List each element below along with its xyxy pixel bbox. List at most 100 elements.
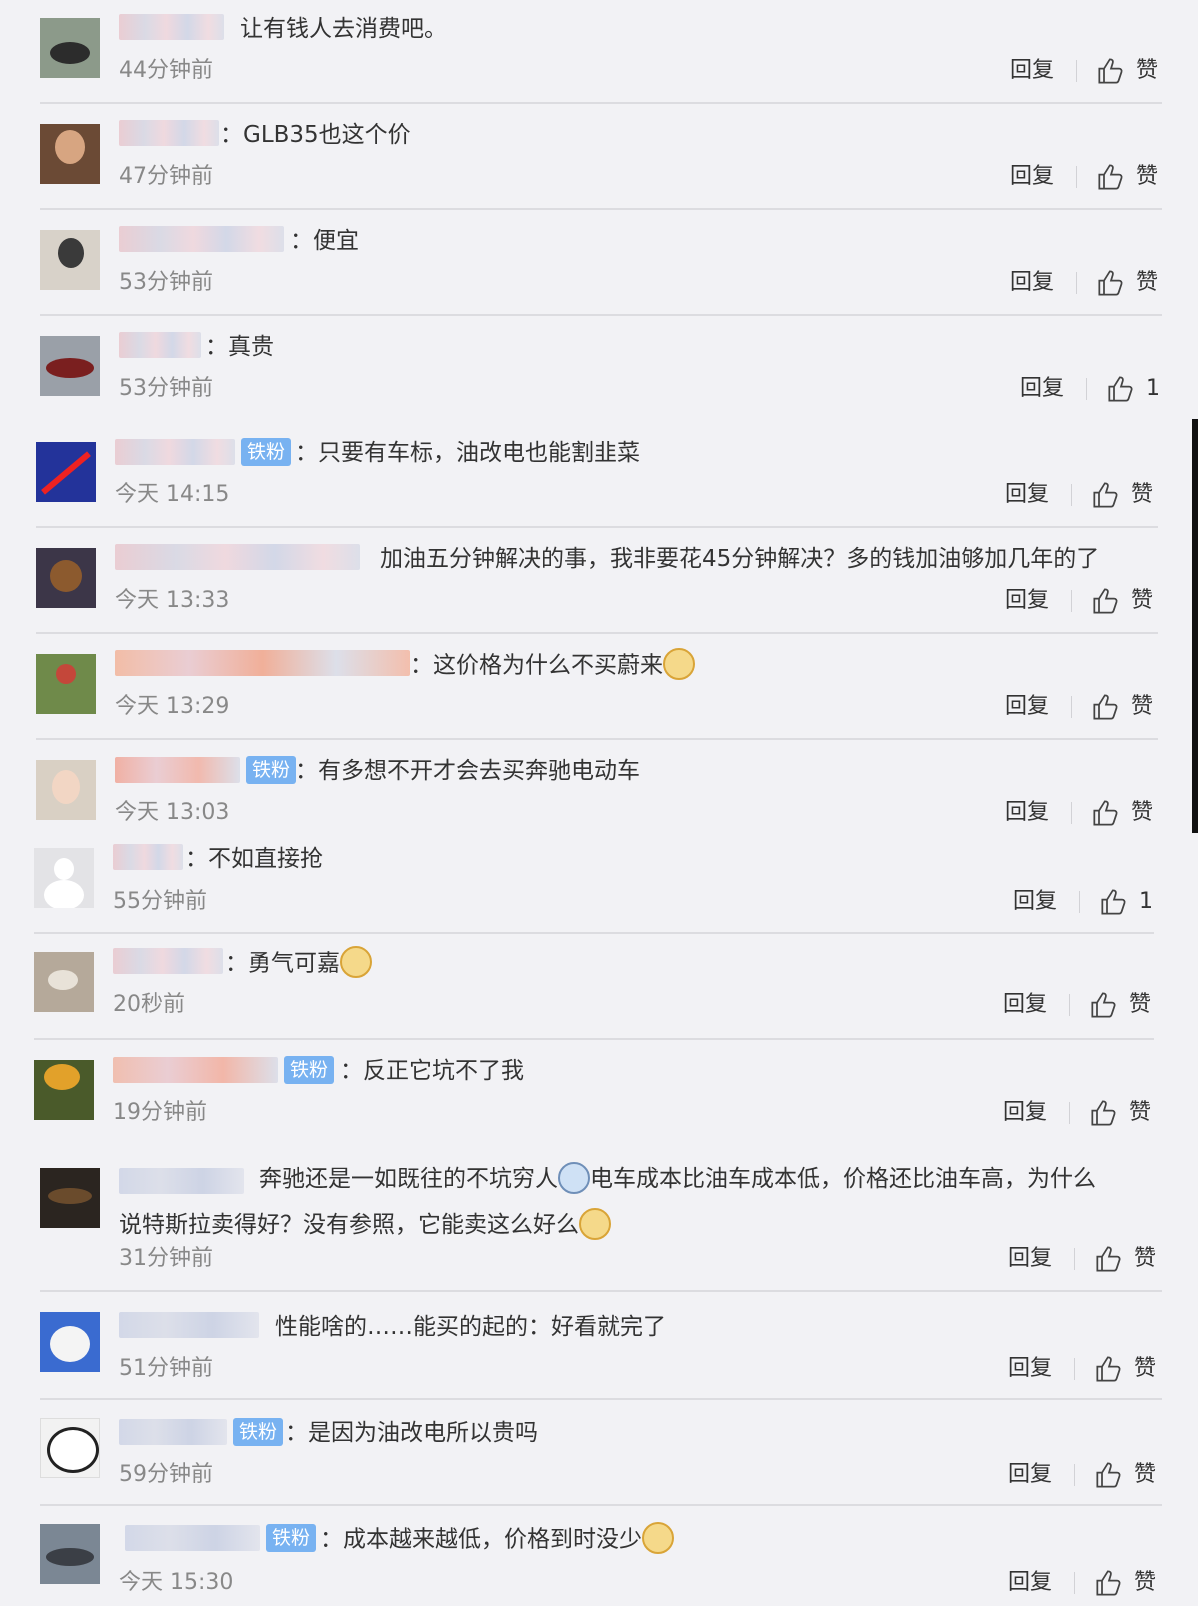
avatar[interactable] — [40, 1168, 100, 1228]
avatar[interactable] — [40, 1418, 100, 1478]
username-blurred[interactable]: 铁粉 — [115, 756, 297, 786]
like-button[interactable]: 赞 — [1129, 1098, 1151, 1128]
like-button[interactable]: 赞 — [1136, 56, 1158, 86]
thumbs-up-icon[interactable] — [1097, 163, 1125, 191]
comment-text: 让有钱人去消费吧。 — [240, 16, 447, 42]
avatar[interactable] — [40, 1524, 100, 1584]
reply-button[interactable]: 回复 — [1020, 374, 1064, 404]
thumbs-up-icon[interactable] — [1090, 1099, 1118, 1127]
thumbs-up-icon[interactable] — [1095, 1245, 1123, 1273]
avatar[interactable] — [36, 442, 96, 502]
username-blurred[interactable]: 铁粉 — [119, 1418, 284, 1448]
like-button[interactable]: 赞 — [1134, 1460, 1156, 1490]
avatar[interactable] — [40, 230, 100, 290]
like-count[interactable]: 1 — [1146, 374, 1160, 404]
grinning-emoji-icon — [642, 1522, 674, 1554]
username-blurred[interactable] — [113, 844, 183, 874]
comment-time: 44分钟前 — [119, 58, 213, 83]
action-separator — [1076, 272, 1077, 294]
comment-time: 53分钟前 — [119, 270, 213, 295]
username-blurred[interactable] — [119, 120, 219, 150]
row-divider — [36, 632, 1158, 634]
like-button[interactable]: 赞 — [1136, 268, 1158, 298]
comment-time: 59分钟前 — [119, 1462, 213, 1487]
comment-row: 铁粉 ：有多想不开才会去买奔驰电动车 今天 13:03 回复 赞 — [0, 742, 1198, 842]
username-blurred[interactable] — [113, 948, 223, 978]
comment-text: ：不如直接抢 — [185, 846, 323, 872]
username-blurred[interactable] — [119, 14, 224, 44]
thumbs-up-icon[interactable] — [1097, 57, 1125, 85]
avatar-default[interactable] — [34, 848, 94, 908]
like-button[interactable]: 赞 — [1131, 798, 1153, 828]
thumbs-up-icon[interactable] — [1095, 1461, 1123, 1489]
username-blurred[interactable] — [119, 226, 284, 256]
fan-badge: 铁粉 — [284, 1056, 335, 1084]
username-blurred[interactable]: 铁粉 — [125, 1524, 317, 1554]
like-button[interactable]: 赞 — [1131, 480, 1153, 510]
comment-text: ：有多想不开才会去买奔驰电动车 — [295, 758, 640, 784]
thumbs-up-icon[interactable] — [1097, 269, 1125, 297]
avatar[interactable] — [40, 18, 100, 78]
thumbs-up-icon[interactable] — [1092, 481, 1120, 509]
username-blurred[interactable] — [119, 332, 201, 362]
like-button[interactable]: 赞 — [1136, 162, 1158, 192]
username-blurred[interactable]: 铁粉 — [115, 438, 292, 468]
action-separator — [1076, 166, 1077, 188]
reply-button[interactable]: 回复 — [1010, 268, 1054, 298]
comment-time: 今天 13:33 — [115, 588, 230, 613]
reply-button[interactable]: 回复 — [1010, 162, 1054, 192]
row-divider — [36, 738, 1158, 740]
avatar[interactable] — [34, 1060, 94, 1120]
avatar[interactable] — [40, 336, 100, 396]
reply-button[interactable]: 回复 — [1005, 480, 1049, 510]
username-blurred[interactable] — [119, 1312, 259, 1342]
reply-button[interactable]: 回复 — [1010, 56, 1054, 86]
scrollbar[interactable] — [1192, 419, 1198, 833]
thumbs-up-icon[interactable] — [1092, 587, 1120, 615]
reply-button[interactable]: 回复 — [1003, 990, 1047, 1020]
thumbs-up-icon[interactable] — [1107, 375, 1135, 403]
action-separator — [1079, 891, 1080, 913]
reply-button[interactable]: 回复 — [1013, 887, 1057, 917]
reply-button[interactable]: 回复 — [1008, 1568, 1052, 1598]
avatar[interactable] — [40, 124, 100, 184]
reply-button[interactable]: 回复 — [1005, 586, 1049, 616]
like-button[interactable]: 赞 — [1134, 1568, 1156, 1598]
action-separator — [1076, 60, 1077, 82]
comment-text: ：便宜 — [290, 228, 359, 254]
like-count[interactable]: 1 — [1139, 887, 1153, 917]
like-button[interactable]: 赞 — [1131, 692, 1153, 722]
reply-button[interactable]: 回复 — [1005, 692, 1049, 722]
username-blurred[interactable] — [115, 650, 410, 680]
reply-button[interactable]: 回复 — [1008, 1354, 1052, 1384]
reply-button[interactable]: 回复 — [1008, 1460, 1052, 1490]
reply-button[interactable]: 回复 — [1003, 1098, 1047, 1128]
avatar[interactable] — [34, 952, 94, 1012]
avatar[interactable] — [36, 654, 96, 714]
row-divider — [40, 314, 1162, 316]
thumbs-up-icon[interactable] — [1095, 1569, 1123, 1597]
like-button[interactable]: 赞 — [1131, 586, 1153, 616]
thumbs-up-icon[interactable] — [1090, 991, 1118, 1019]
thumbs-up-icon[interactable] — [1095, 1355, 1123, 1383]
thumbs-up-icon[interactable] — [1092, 693, 1120, 721]
reply-button[interactable]: 回复 — [1005, 798, 1049, 828]
avatar[interactable] — [40, 1312, 100, 1372]
comment-row: 性能啥的……能买的起的：好看就完了 51分钟前 回复 赞 — [0, 1294, 1198, 1400]
avatar[interactable] — [36, 548, 96, 608]
fan-badge: 铁粉 — [233, 1418, 284, 1446]
username-blurred[interactable]: 铁粉 — [113, 1056, 335, 1086]
like-button[interactable]: 赞 — [1129, 990, 1151, 1020]
comment-row: 奔驰还是一如既往的不坑穷人 电车成本比油车成本低，价格还比油车高，为什么说特斯拉卖… — [0, 1150, 1198, 1294]
thumbs-up-icon[interactable] — [1092, 799, 1120, 827]
laughing-crying-emoji-icon — [579, 1207, 611, 1240]
like-button[interactable]: 赞 — [1134, 1244, 1156, 1274]
like-button[interactable]: 赞 — [1134, 1354, 1156, 1384]
thumbs-up-icon[interactable] — [1100, 888, 1128, 916]
comment-text: ：只要有车标，油改电也能割韭菜 — [295, 440, 640, 466]
comment-text: ：勇气可嘉 — [225, 946, 1138, 980]
avatar[interactable] — [36, 760, 96, 820]
username-blurred[interactable] — [115, 544, 360, 574]
comment-text: ：这价格为什么不买蔚来 — [410, 648, 1138, 682]
reply-button[interactable]: 回复 — [1008, 1244, 1052, 1274]
